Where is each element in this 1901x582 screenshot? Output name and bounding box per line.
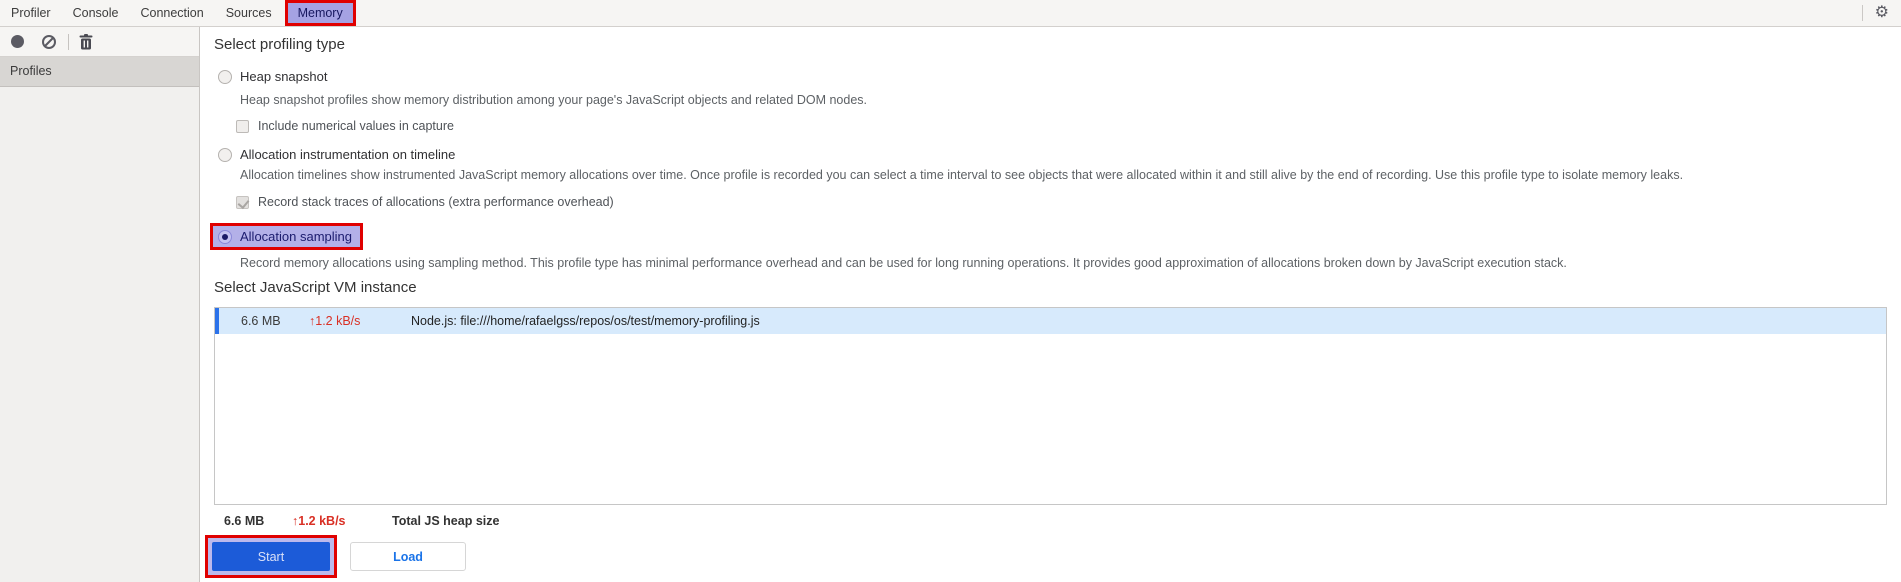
tab-memory[interactable]: Memory bbox=[287, 3, 353, 23]
action-buttons: Start Load bbox=[205, 535, 466, 578]
vm-instance-heading: Select JavaScript VM instance bbox=[214, 279, 417, 296]
tab-connection[interactable]: Connection bbox=[129, 0, 214, 26]
record-icon[interactable] bbox=[11, 35, 24, 48]
option-allocation-sampling[interactable]: Allocation sampling bbox=[218, 229, 352, 244]
allocation-timeline-radio[interactable] bbox=[218, 147, 232, 162]
tabbar-right: ⚙ bbox=[1861, 0, 1901, 26]
heap-snapshot-label: Heap snapshot bbox=[240, 69, 328, 84]
allocation-sampling-annotation-box: Allocation sampling bbox=[210, 223, 364, 250]
tab-sources[interactable]: Sources bbox=[215, 0, 283, 26]
clear-all-profiles-icon[interactable] bbox=[42, 34, 56, 49]
profiles-section-header: Profiles bbox=[0, 57, 199, 87]
devtools-window: Profiler Console Connection Sources Memo… bbox=[0, 0, 1901, 582]
vm-instance-row[interactable]: 6.6 MB ↑1.2 kB/s Node.js: file:///home/r… bbox=[215, 308, 1886, 334]
record-stack-traces-row[interactable]: Record stack traces of allocations (extr… bbox=[236, 195, 614, 209]
heap-snapshot-radio[interactable] bbox=[218, 69, 232, 84]
gear-icon[interactable]: ⚙ bbox=[1863, 0, 1901, 26]
vm-instance-name: Node.js: file:///home/rafaelgss/repos/os… bbox=[411, 314, 760, 328]
record-stack-traces-checkbox[interactable] bbox=[236, 195, 249, 209]
include-numerical-values-checkbox[interactable] bbox=[236, 119, 249, 133]
vm-instance-list: 6.6 MB ↑1.2 kB/s Node.js: file:///home/r… bbox=[214, 307, 1887, 505]
trash-icon[interactable] bbox=[79, 33, 93, 50]
total-heap-size-value: 6.6 MB bbox=[224, 514, 265, 528]
profiler-toolbar bbox=[0, 27, 199, 57]
vm-heap-size: 6.6 MB bbox=[241, 314, 281, 328]
vm-heap-rate: ↑1.2 kB/s bbox=[309, 314, 361, 328]
allocation-sampling-description: Record memory allocations using sampling… bbox=[240, 256, 1567, 270]
profiling-type-heading: Select profiling type bbox=[214, 36, 345, 53]
allocation-sampling-radio[interactable] bbox=[218, 229, 232, 244]
record-stack-traces-label: Record stack traces of allocations (extr… bbox=[258, 195, 614, 209]
total-heap-rate: ↑1.2 kB/s bbox=[292, 514, 346, 528]
include-numerical-values-label: Include numerical values in capture bbox=[258, 119, 454, 133]
memory-panel: Select profiling type Heap snapshot Heap… bbox=[200, 27, 1901, 582]
memory-tab-annotation-box: Memory bbox=[284, 0, 356, 26]
toolbar-separator bbox=[68, 33, 69, 50]
start-button-annotation-box: Start bbox=[205, 535, 337, 578]
total-heap-stats: 6.6 MB ↑1.2 kB/s Total JS heap size bbox=[224, 514, 499, 528]
heap-snapshot-description: Heap snapshot profiles show memory distr… bbox=[240, 93, 868, 107]
total-heap-size-label: Total JS heap size bbox=[392, 514, 500, 528]
tab-console[interactable]: Console bbox=[62, 0, 130, 26]
tab-profiler[interactable]: Profiler bbox=[0, 0, 62, 26]
sidebar: Profiles bbox=[0, 27, 200, 582]
tab-bar: Profiler Console Connection Sources Memo… bbox=[0, 0, 1901, 27]
load-button[interactable]: Load bbox=[350, 542, 466, 571]
option-allocation-timeline[interactable]: Allocation instrumentation on timeline bbox=[218, 147, 455, 162]
option-heap-snapshot[interactable]: Heap snapshot bbox=[218, 69, 327, 84]
include-numerical-values-row[interactable]: Include numerical values in capture bbox=[236, 119, 454, 133]
start-button[interactable]: Start bbox=[212, 542, 330, 571]
allocation-sampling-label: Allocation sampling bbox=[240, 229, 353, 244]
allocation-timeline-label: Allocation instrumentation on timeline bbox=[240, 147, 456, 162]
allocation-timeline-description: Allocation timelines show instrumented J… bbox=[240, 168, 1684, 182]
